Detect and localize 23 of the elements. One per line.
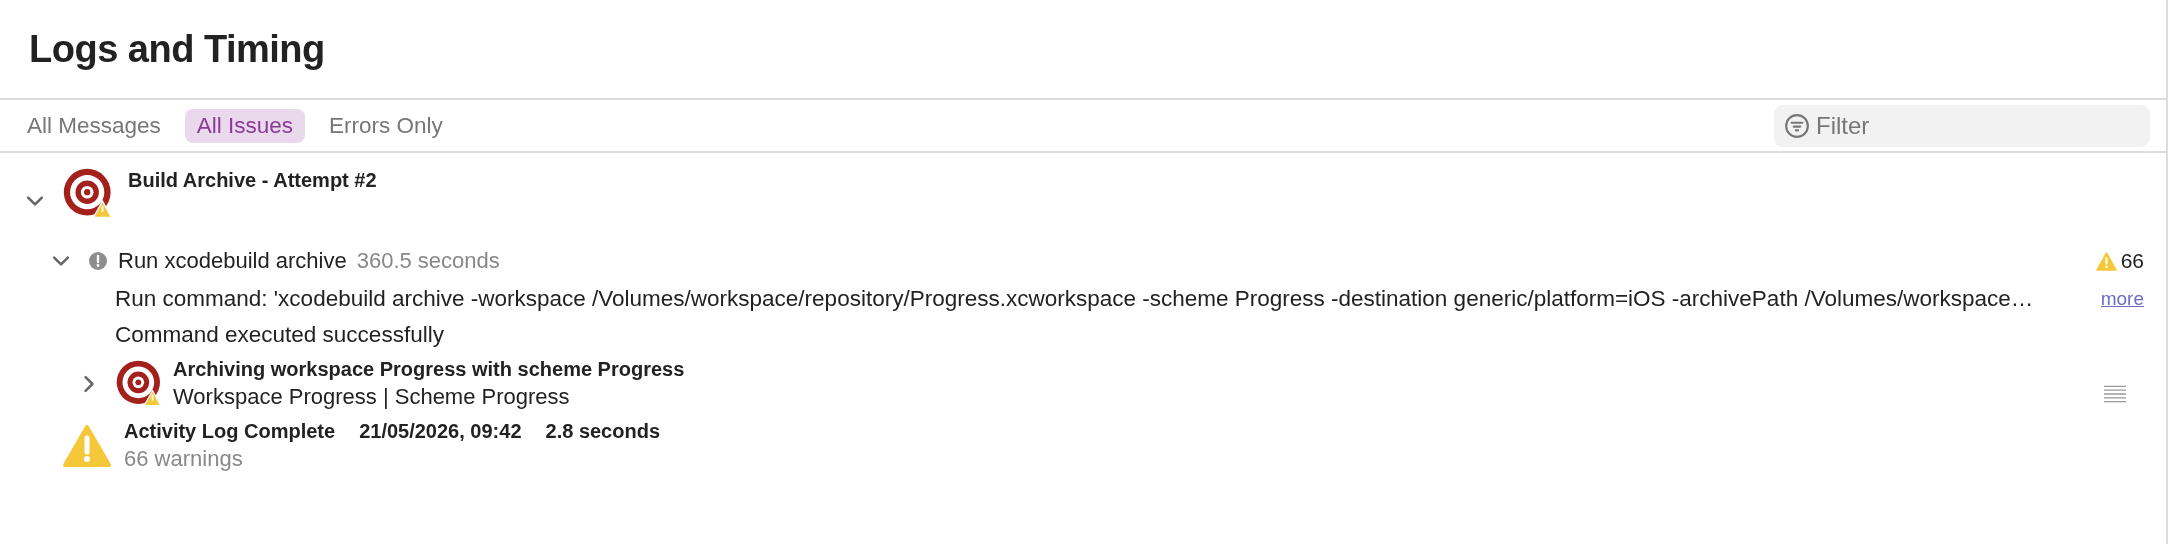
warning-icon (2095, 251, 2117, 271)
filter-tab[interactable]: All Messages (15, 108, 173, 143)
step-title: Run xcodebuild archive (118, 248, 347, 274)
warnings-count: 66 warnings (124, 446, 244, 472)
info-icon (88, 251, 108, 271)
warning-count: 66 (2120, 249, 2144, 273)
step-duration: 360.5 seconds (356, 248, 500, 274)
more-link[interactable]: more (2100, 288, 2144, 310)
command-text: Run command: 'xcodebuild archive -workspace /Volumes/workspace/repository/Progress.xcworkspace -scheme Progress -destination generic/platform=iOS -archivePath /Volumes/workspace… (115, 286, 2034, 312)
task-subtitle: Workspace Progress | Scheme Progress (173, 384, 571, 410)
summary-title: Activity Log Complete (124, 420, 336, 443)
result-text: Command executed successfully (115, 322, 444, 348)
filter-icon (1784, 112, 1810, 139)
task-title: Archiving workspace Progress with scheme Progress (173, 358, 685, 381)
filter-field[interactable]: Filter (1774, 104, 2150, 147)
filter-tab[interactable]: Errors Only (317, 108, 455, 143)
build-title: Build Archive - Attempt #2 (128, 169, 377, 192)
summary-duration: 2.8 seconds (545, 420, 661, 443)
text-lines-icon[interactable] (2104, 385, 2126, 403)
warning-icon (62, 423, 112, 469)
filter-tab[interactable]: All Issues (184, 108, 306, 143)
summary-date: 21/05/2026, 09:42 (359, 420, 522, 443)
page-title: Logs and Timing (29, 27, 325, 71)
